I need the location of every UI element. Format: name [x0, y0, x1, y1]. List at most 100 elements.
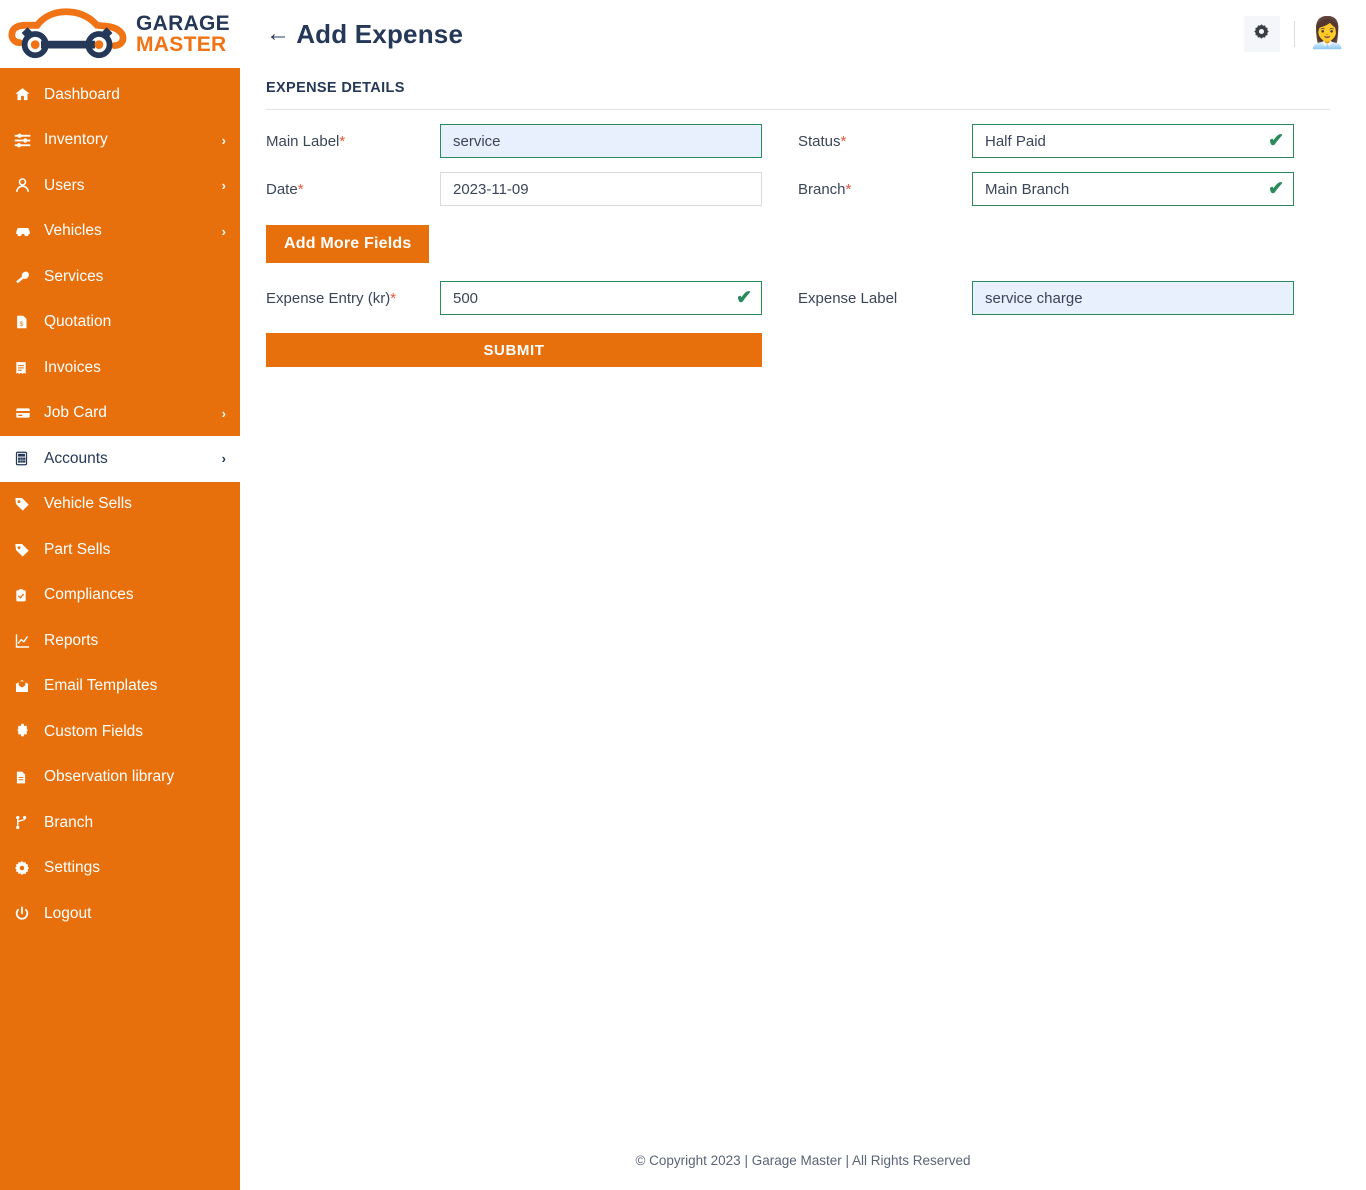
- sidebar-item-vehicles[interactable]: Vehicles ›: [0, 209, 240, 255]
- sidebar-item-label: Compliances: [44, 586, 134, 604]
- sidebar-item-settings[interactable]: Settings: [0, 846, 240, 892]
- chevron-right-icon: ›: [221, 132, 226, 148]
- topbar-divider: [1293, 21, 1295, 47]
- sidebar-item-vehicle-sells[interactable]: Vehicle Sells: [0, 482, 240, 528]
- home-icon: [14, 86, 40, 103]
- expense-entry-label: Expense Entry (kr)*: [266, 290, 440, 307]
- gear-icon: [14, 860, 40, 876]
- expense-entry-input[interactable]: [440, 281, 762, 315]
- form-col-expense-label: Expense Label: [798, 281, 1330, 315]
- expense-form: Main Label* Status* ✔: [266, 124, 1330, 367]
- sidebar-item-inventory[interactable]: Inventory ›: [0, 118, 240, 164]
- main-area: ← Add Expense 👩‍💼 EXPENSE DETAILS: [240, 0, 1366, 1190]
- back-arrow-icon[interactable]: ←: [266, 22, 290, 46]
- file-icon: [14, 769, 40, 786]
- main-label-field-wrap: [440, 124, 762, 158]
- form-col-date: Date*: [266, 172, 798, 206]
- add-more-fields-button[interactable]: Add More Fields: [266, 225, 430, 263]
- sidebar-item-job-card[interactable]: Job Card ›: [0, 391, 240, 437]
- car-wrench-logo-icon: [6, 6, 132, 62]
- branch-field-wrap: ✔: [972, 172, 1294, 206]
- branch-label: Branch*: [798, 181, 972, 198]
- form-col-main-label: Main Label*: [266, 124, 798, 158]
- brand-line-2: MASTER: [136, 33, 227, 56]
- status-label: Status*: [798, 133, 972, 150]
- sidebar-item-custom-fields[interactable]: Custom Fields: [0, 709, 240, 755]
- card-icon: [14, 405, 40, 421]
- sidebar-item-observation-library[interactable]: Observation library: [0, 755, 240, 801]
- sidebar-item-label: Email Templates: [44, 677, 158, 695]
- sidebar-item-branch[interactable]: Branch: [0, 800, 240, 846]
- sidebar: GARAGE MASTER Dashboard Inventory › User…: [0, 0, 240, 1190]
- main-label-label: Main Label*: [266, 133, 440, 150]
- topbar: ← Add Expense 👩‍💼: [240, 0, 1366, 68]
- main-label-input[interactable]: [440, 124, 762, 158]
- puzzle-icon: [14, 723, 40, 740]
- chevron-right-icon: ›: [221, 178, 226, 194]
- tag-icon: [14, 496, 40, 512]
- label-text: Expense Entry (kr): [266, 289, 391, 307]
- form-col-status: Status* ✔: [798, 124, 1330, 158]
- avatar[interactable]: 👩‍💼: [1309, 19, 1346, 49]
- sidebar-item-label: Settings: [44, 859, 101, 877]
- form-row-2: Date* Branch* ✔: [266, 172, 1330, 206]
- sidebar-item-label: Vehicles: [44, 222, 102, 240]
- branch-icon: [14, 814, 40, 831]
- topbar-actions: 👩‍💼: [1243, 16, 1346, 52]
- app-root: GARAGE MASTER Dashboard Inventory › User…: [0, 0, 1366, 1190]
- sidebar-item-accounts[interactable]: Accounts ›: [0, 436, 240, 482]
- brand-header[interactable]: GARAGE MASTER: [0, 0, 240, 68]
- sidebar-item-label: Accounts: [44, 449, 108, 467]
- sidebar-item-label: Part Sells: [44, 540, 111, 558]
- invoice-icon: [14, 360, 40, 376]
- user-icon: [14, 177, 40, 194]
- footer: © Copyright 2023 | Garage Master | All R…: [240, 1130, 1366, 1190]
- status-select[interactable]: [972, 124, 1294, 158]
- brand-line-1: GARAGE: [136, 11, 230, 35]
- sidebar-item-label: Reports: [44, 631, 99, 649]
- section-title: EXPENSE DETAILS: [266, 80, 405, 96]
- wrench-icon: [14, 269, 40, 285]
- sidebar-item-label: Branch: [44, 813, 94, 831]
- expense-label-input[interactable]: [972, 281, 1294, 315]
- chevron-right-icon: ›: [221, 451, 226, 467]
- label-text: Date: [266, 180, 298, 198]
- sidebar-item-email-templates[interactable]: Email Templates: [0, 664, 240, 710]
- sidebar-item-label: Vehicle Sells: [44, 495, 132, 513]
- chevron-right-icon: ›: [221, 405, 226, 421]
- gear-icon: [1253, 23, 1270, 45]
- expense-label-field-wrap: [972, 281, 1294, 315]
- page-title: ← Add Expense: [266, 19, 463, 50]
- brand-wordmark: GARAGE MASTER: [136, 11, 230, 56]
- sidebar-item-quotation[interactable]: $ Quotation: [0, 300, 240, 346]
- date-input[interactable]: [440, 172, 762, 206]
- sidebar-item-users[interactable]: Users ›: [0, 163, 240, 209]
- submit-row: SUBMIT: [266, 333, 1330, 367]
- form-col-branch: Branch* ✔: [798, 172, 1330, 206]
- sidebar-item-label: Logout: [44, 904, 92, 922]
- submit-button[interactable]: SUBMIT: [266, 333, 762, 367]
- sidebar-item-label: Invoices: [44, 358, 101, 376]
- sidebar-item-dashboard[interactable]: Dashboard: [0, 72, 240, 118]
- form-row-1: Main Label* Status* ✔: [266, 124, 1330, 158]
- sidebar-item-label: Custom Fields: [44, 722, 144, 740]
- label-text: Status: [798, 132, 841, 150]
- chevron-right-icon: ›: [221, 223, 226, 239]
- document-money-icon: $: [14, 314, 40, 330]
- sidebar-nav: Dashboard Inventory › Users › Vehicles ›…: [0, 68, 240, 1190]
- sidebar-item-label: Dashboard: [44, 85, 120, 103]
- add-more-row: Add More Fields: [266, 225, 1330, 263]
- label-text: Branch: [798, 180, 846, 198]
- sidebar-item-part-sells[interactable]: Part Sells: [0, 527, 240, 573]
- sidebar-item-label: Quotation: [44, 313, 112, 331]
- sidebar-item-label: Users: [44, 176, 85, 194]
- sidebar-item-services[interactable]: Services: [0, 254, 240, 300]
- sidebar-item-logout[interactable]: Logout: [0, 891, 240, 937]
- required-mark: *: [297, 180, 304, 198]
- sidebar-item-reports[interactable]: Reports: [0, 618, 240, 664]
- branch-select[interactable]: [972, 172, 1294, 206]
- expense-label-label: Expense Label: [798, 290, 972, 307]
- sidebar-item-invoices[interactable]: Invoices: [0, 345, 240, 391]
- sidebar-item-compliances[interactable]: Compliances: [0, 573, 240, 619]
- settings-button[interactable]: [1243, 16, 1280, 52]
